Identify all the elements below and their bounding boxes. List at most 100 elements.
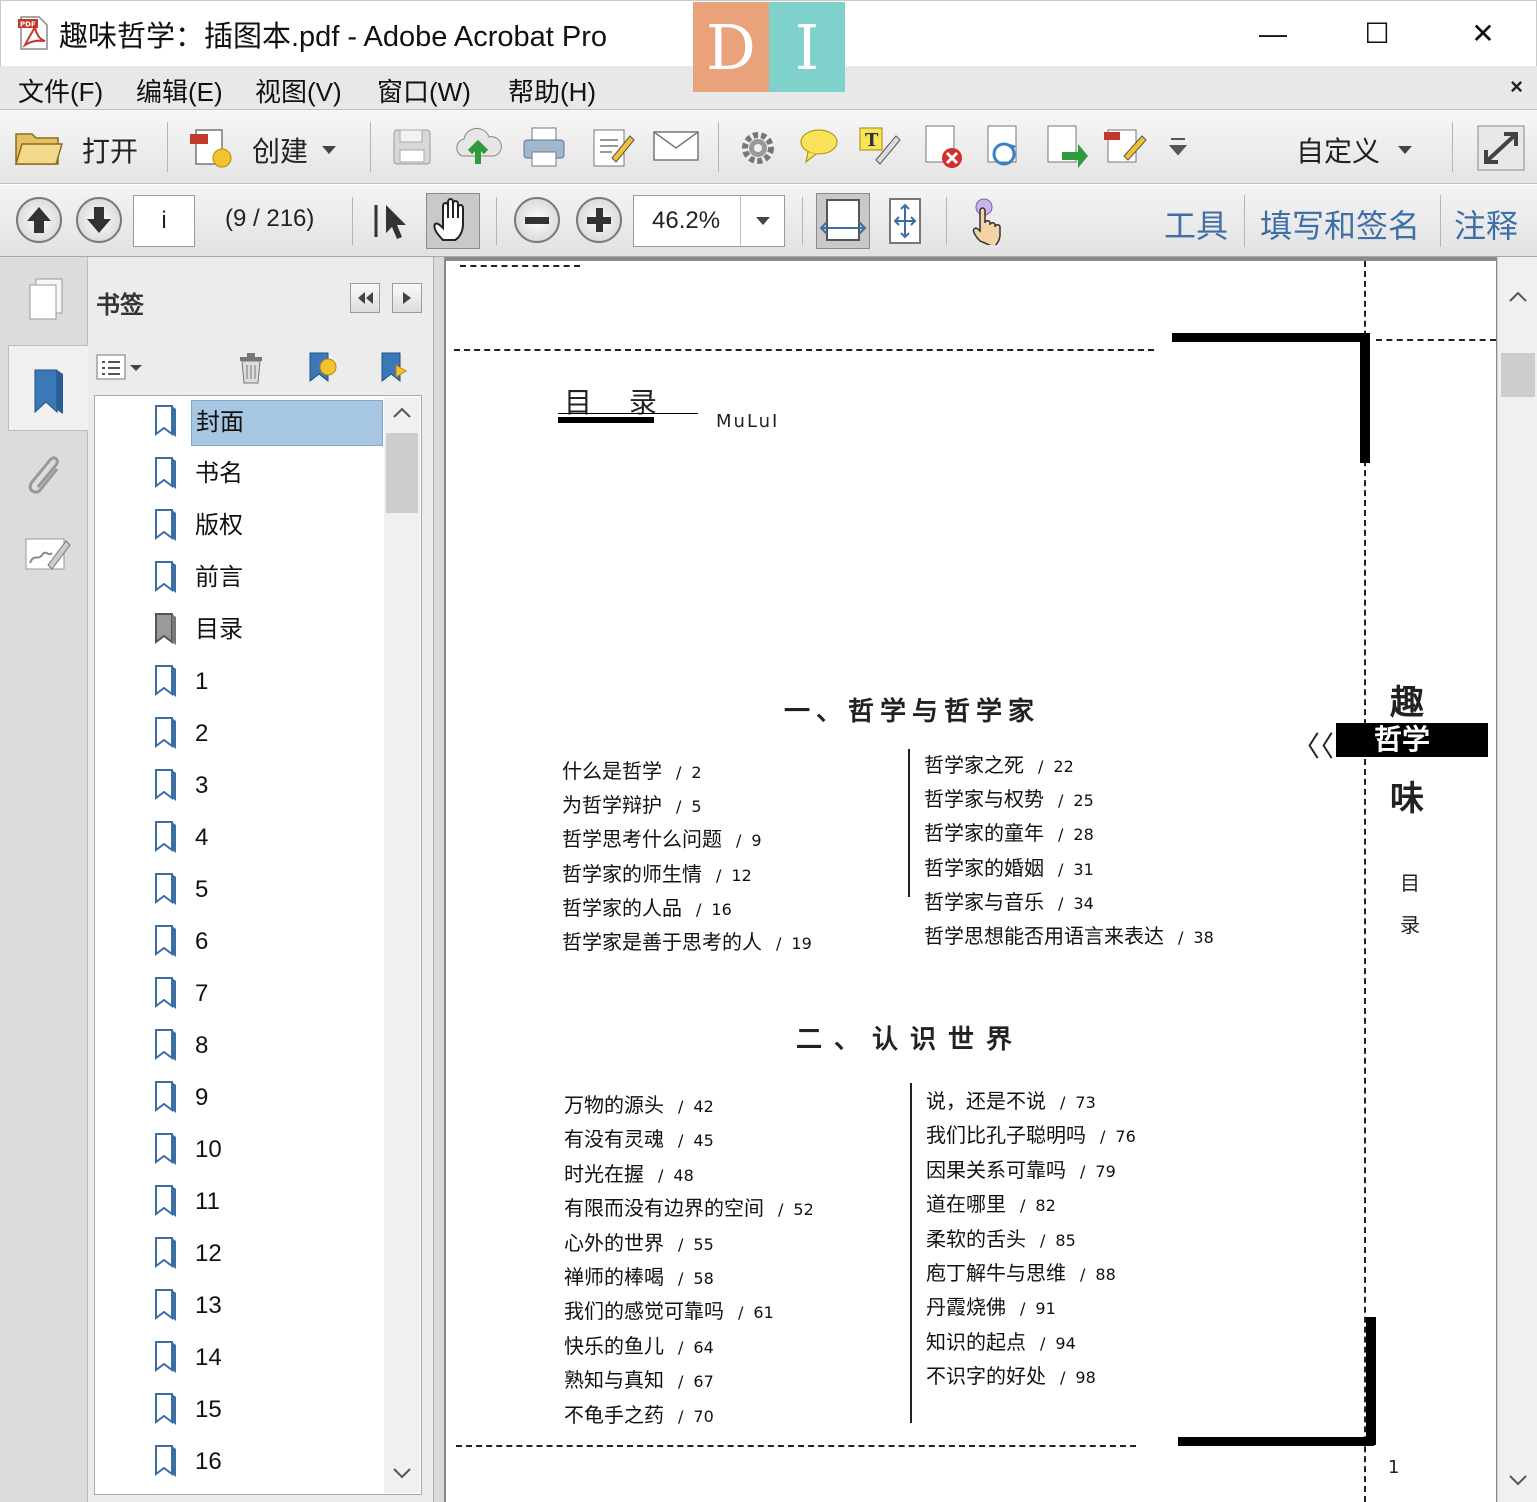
create-button-label[interactable]: 创建: [252, 130, 308, 170]
signatures-tab[interactable]: [8, 517, 88, 603]
toc-entry-page: 79: [1095, 1161, 1116, 1181]
bookmark-item[interactable]: 14: [95, 1332, 385, 1384]
zoom-level-select[interactable]: 46.2%: [633, 195, 785, 247]
zoom-out-button[interactable]: [514, 197, 560, 243]
settings-icon[interactable]: [738, 128, 778, 168]
bookmark-item[interactable]: 13: [95, 1280, 385, 1332]
doc-scroll-up-chevron-icon[interactable]: [1498, 281, 1537, 311]
extract-page-icon[interactable]: [1044, 124, 1088, 170]
menu-help[interactable]: 帮助(H): [508, 72, 596, 109]
panel-resize-gripper[interactable]: [434, 257, 444, 1502]
scroll-down-chevron-icon[interactable]: [384, 1459, 420, 1489]
expand-panel-button[interactable]: [392, 283, 422, 313]
customize-dropdown-chevron-icon[interactable]: [1396, 144, 1414, 156]
create-pdf-icon[interactable]: [188, 124, 236, 170]
bookmark-item[interactable]: 10: [95, 1124, 385, 1176]
zoom-in-button[interactable]: [576, 197, 622, 243]
document-view[interactable]: 目 录 MuLuI 一、哲学与哲学家 什么是哲学 / 2 为哲学辩护 / 5 哲学思考什么问…: [444, 257, 1537, 1502]
bookmark-item[interactable]: 4: [95, 812, 385, 864]
toc-entry: 哲学家之死 / 22: [924, 749, 1074, 778]
bookmark-item[interactable]: 3: [95, 760, 385, 812]
typewriter-icon[interactable]: T: [858, 124, 902, 168]
menu-file[interactable]: 文件(F): [18, 72, 103, 109]
toc-entry-title: 说，还是不说: [926, 1089, 1046, 1113]
bookmark-item[interactable]: 16: [95, 1436, 385, 1488]
bookmark-item[interactable]: 2: [95, 708, 385, 760]
email-icon[interactable]: [652, 128, 700, 164]
collapse-panel-button[interactable]: [350, 283, 380, 313]
bookmark-tree[interactable]: 封面 书名 版权 前言 目录 1 2 3 4 5 6 7 8 9 10 11 12 13 14 15 16: [94, 395, 422, 1495]
delete-page-icon[interactable]: [922, 124, 966, 170]
page-number-input[interactable]: i: [133, 195, 195, 247]
rotate-page-icon[interactable]: [982, 124, 1026, 170]
close-document-button[interactable]: ×: [1510, 74, 1523, 100]
zoom-dropdown-chevron-icon[interactable]: [740, 196, 784, 246]
page-number: 1: [1388, 1457, 1400, 1478]
bookmark-label: 16: [195, 1448, 222, 1475]
next-page-button[interactable]: [76, 197, 122, 243]
fullscreen-icon[interactable]: [1476, 124, 1526, 172]
bookmark-item[interactable]: 12: [95, 1228, 385, 1280]
bookmark-scrollbar[interactable]: [384, 397, 420, 1493]
minimize-button[interactable]: —: [1243, 13, 1303, 55]
toc-entry-slash: /: [696, 899, 702, 919]
expand-bookmark-icon[interactable]: [376, 349, 412, 385]
fit-page-icon[interactable]: [884, 195, 926, 247]
options-menu-icon[interactable]: [96, 353, 146, 383]
bookmark-item[interactable]: 1: [95, 656, 385, 708]
toc-entry-title: 哲学思想能否用语言来表达: [924, 924, 1164, 948]
tools-pane-link[interactable]: 工具: [1164, 201, 1228, 247]
bookmark-item[interactable]: 前言: [95, 552, 385, 604]
bookmark-item[interactable]: 书名: [95, 448, 385, 500]
doc-scroll-down-chevron-icon[interactable]: [1498, 1466, 1537, 1496]
toc-entry-title: 不龟手之药: [564, 1402, 664, 1427]
doc-scroll-thumb[interactable]: [1501, 353, 1535, 397]
crop-mark-top-left: [460, 265, 580, 267]
bookmark-item[interactable]: 15: [95, 1384, 385, 1436]
bookmark-item[interactable]: 6: [95, 916, 385, 968]
comment-icon[interactable]: [798, 126, 840, 166]
touch-mode-icon[interactable]: [966, 197, 1008, 245]
fill-sign-pane-link[interactable]: 填写和签名: [1260, 201, 1420, 247]
comment-pane-link[interactable]: 注释: [1454, 201, 1518, 247]
bookmark-scroll-thumb[interactable]: [386, 433, 418, 513]
document-scrollbar[interactable]: [1497, 257, 1537, 1502]
open-button-label[interactable]: 打开: [82, 130, 138, 170]
toc-entry: 有限而没有边界的空间 / 52: [564, 1192, 814, 1221]
bookmark-item[interactable]: 封面: [95, 396, 385, 448]
maximize-button[interactable]: ☐: [1347, 13, 1407, 55]
edit-document-icon[interactable]: [590, 124, 636, 170]
menu-window[interactable]: 窗口(W): [377, 72, 471, 109]
create-dropdown-chevron-icon[interactable]: [320, 144, 338, 156]
scroll-up-chevron-icon[interactable]: [384, 397, 420, 427]
customize-button-label[interactable]: 自定义: [1296, 130, 1380, 170]
print-icon[interactable]: [520, 124, 568, 170]
more-tools-icon[interactable]: [1168, 136, 1188, 158]
save-icon[interactable]: [390, 126, 434, 168]
previous-page-button[interactable]: [16, 197, 62, 243]
bookmark-icon: [155, 457, 176, 489]
close-button[interactable]: ✕: [1453, 13, 1513, 55]
delete-bookmark-icon[interactable]: [236, 351, 266, 385]
attachments-tab[interactable]: [8, 431, 88, 517]
bookmark-item[interactable]: 目录: [95, 604, 385, 656]
bookmark-item[interactable]: 11: [95, 1176, 385, 1228]
toc-entry-slash: /: [1020, 1299, 1026, 1319]
open-folder-icon[interactable]: [14, 126, 64, 168]
bookmark-item[interactable]: 7: [95, 968, 385, 1020]
fit-width-button[interactable]: [816, 193, 870, 249]
menu-view[interactable]: 视图(V): [255, 72, 342, 109]
edit-pen-icon[interactable]: [1104, 124, 1148, 168]
menu-edit[interactable]: 编辑(E): [136, 72, 223, 109]
bookmark-item[interactable]: 8: [95, 1020, 385, 1072]
page-thumbnails-tab[interactable]: [8, 259, 88, 345]
bookmark-item[interactable]: 9: [95, 1072, 385, 1124]
cloud-upload-icon[interactable]: [452, 124, 504, 168]
hand-tool-button[interactable]: [426, 193, 480, 249]
new-bookmark-icon[interactable]: [304, 349, 340, 385]
select-tool-icon[interactable]: [372, 199, 412, 243]
bookmarks-tab[interactable]: [8, 345, 88, 431]
bookmark-item[interactable]: 版权: [95, 500, 385, 552]
corner-bar-bottom-vertical: [1366, 1317, 1376, 1445]
bookmark-item[interactable]: 5: [95, 864, 385, 916]
